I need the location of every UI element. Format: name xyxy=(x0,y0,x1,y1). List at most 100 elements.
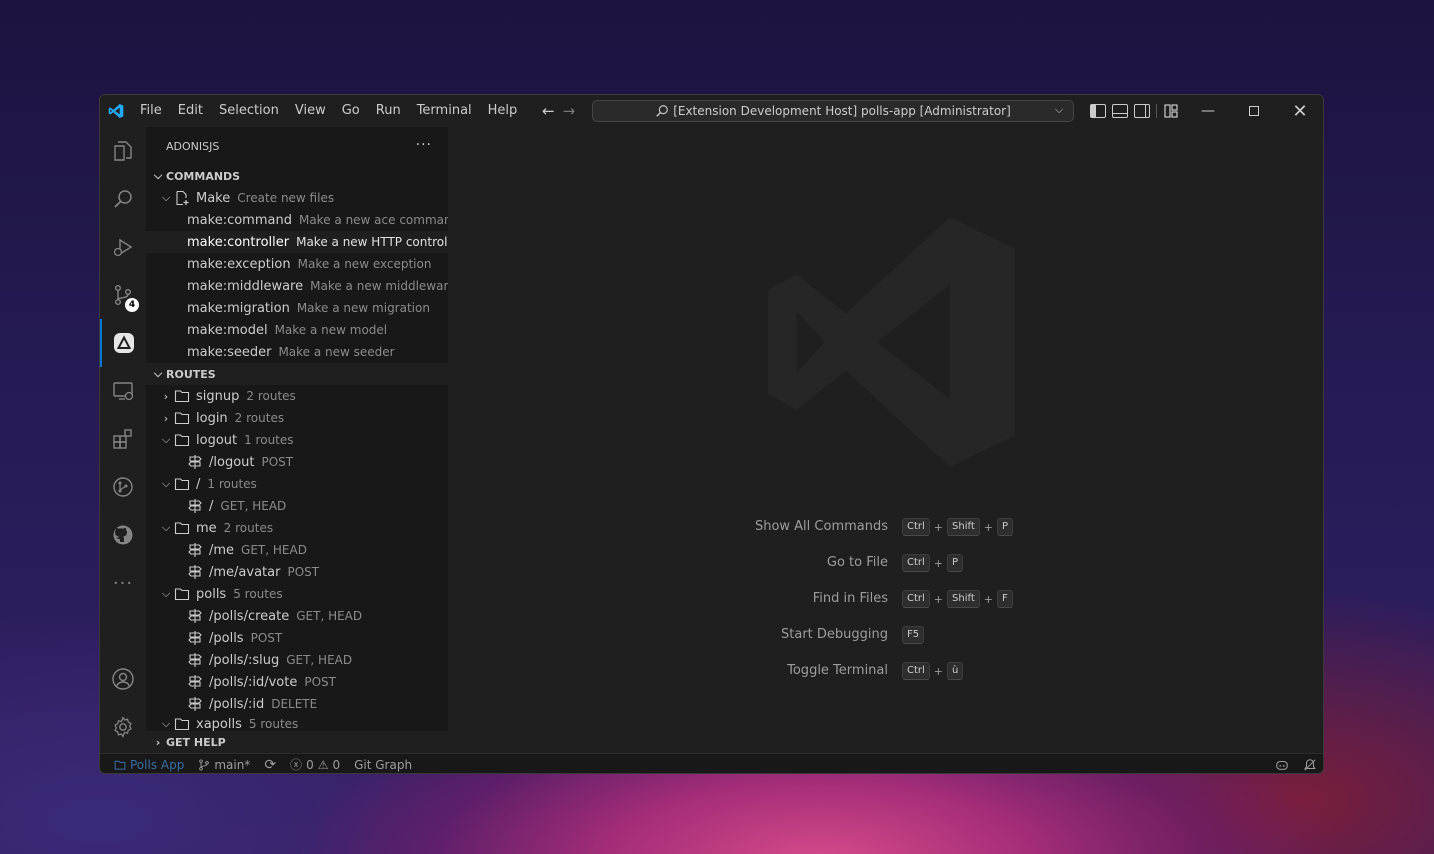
route-group[interactable]: ⌵ / 1 routes xyxy=(146,473,448,495)
toggle-secondary-sidebar-icon[interactable] xyxy=(1134,104,1150,118)
command-item[interactable]: make:exception Make a new exception xyxy=(146,253,448,275)
branch-name: main* xyxy=(214,757,251,772)
extensions-icon[interactable] xyxy=(100,415,146,463)
sync-icon[interactable]: ⟳ xyxy=(257,757,283,773)
commands-section-label: COMMANDS xyxy=(166,169,241,183)
command-item[interactable]: make:middleware Make a new middleware xyxy=(146,275,448,297)
chevron-down-icon: ⌵ xyxy=(161,477,171,490)
folder-icon xyxy=(174,410,190,426)
route-group[interactable]: › signup 2 routes xyxy=(146,385,448,407)
route-group[interactable]: ⌵ polls 5 routes xyxy=(146,583,448,605)
command-desc: Make a new migration xyxy=(296,301,430,315)
editor-area: Show All Commands Ctrl + Shift + P Go to F… xyxy=(448,127,1323,753)
command-center[interactable]: [Extension Development Host] polls-app [… xyxy=(592,100,1074,122)
minimize-icon[interactable]: — xyxy=(1185,95,1231,127)
command-desc: Make a new exception xyxy=(297,257,432,271)
route-item[interactable]: / GET, HEAD xyxy=(146,495,448,517)
route-group[interactable]: ⌵ me 2 routes xyxy=(146,517,448,539)
more-views-icon[interactable]: ··· xyxy=(100,559,146,607)
menu-help[interactable]: Help xyxy=(480,95,526,127)
route-item[interactable]: /polls/:id/vote POST xyxy=(146,671,448,693)
key: F xyxy=(996,590,1013,608)
shortcut-row: Show All Commands Ctrl + Shift + P xyxy=(448,517,1323,537)
route-group-label: signup xyxy=(196,388,240,404)
route-group-desc: 2 routes xyxy=(234,411,285,425)
settings-gear-icon[interactable] xyxy=(100,703,146,751)
folder-icon xyxy=(174,716,190,732)
route-group[interactable]: › login 2 routes xyxy=(146,407,448,429)
menu-go[interactable]: Go xyxy=(334,95,368,127)
menu-terminal[interactable]: Terminal xyxy=(409,95,480,127)
run-debug-icon[interactable] xyxy=(100,223,146,271)
search-icon[interactable] xyxy=(100,175,146,223)
remote-explorer-icon[interactable] xyxy=(100,367,146,415)
adonisjs-icon[interactable] xyxy=(100,319,146,367)
window-controls: — ✕ xyxy=(1185,95,1323,127)
menu-view[interactable]: View xyxy=(287,95,334,127)
route-item[interactable]: /polls/:id DELETE xyxy=(146,693,448,715)
toggle-primary-sidebar-icon[interactable] xyxy=(1090,104,1106,118)
close-icon[interactable]: ✕ xyxy=(1277,95,1323,127)
forward-arrow-icon[interactable]: → xyxy=(563,102,576,120)
sidebar: ADONISJS ··· ⌵ COMMANDS ⌵ Make Create ne… xyxy=(146,127,448,753)
route-item[interactable]: /polls/create GET, HEAD xyxy=(146,605,448,627)
route-group-label: xapolls xyxy=(196,716,242,732)
make-group[interactable]: ⌵ Make Create new files xyxy=(146,187,448,209)
route-item[interactable]: /me/avatar POST xyxy=(146,561,448,583)
folder-icon xyxy=(174,476,190,492)
source-control-icon[interactable]: 4 xyxy=(100,271,146,319)
github-icon[interactable] xyxy=(100,511,146,559)
shortcut-row: Go to File Ctrl + P xyxy=(448,553,1323,573)
explorer-icon[interactable] xyxy=(100,127,146,175)
maximize-icon[interactable] xyxy=(1231,95,1277,127)
more-actions-icon[interactable]: ··· xyxy=(416,137,432,153)
status-bar-right xyxy=(1275,754,1317,773)
notifications-bell-icon[interactable] xyxy=(1303,758,1317,772)
key: Shift xyxy=(947,518,980,536)
routes-section-header[interactable]: ⌵ ROUTES xyxy=(146,363,448,385)
accounts-icon[interactable] xyxy=(100,655,146,703)
divider xyxy=(1156,104,1157,118)
route-group-label: login xyxy=(196,410,228,426)
customize-layout-icon[interactable] xyxy=(1163,103,1179,119)
project-status[interactable]: Polls App xyxy=(100,758,191,772)
route-methods: GET, HEAD xyxy=(241,543,307,557)
chevron-down-icon: ⌵ xyxy=(161,191,171,204)
command-label: make:command xyxy=(187,212,292,228)
route-item[interactable]: /me GET, HEAD xyxy=(146,539,448,561)
command-item[interactable]: make:command Make a new ace command xyxy=(146,209,448,231)
copilot-icon[interactable] xyxy=(1275,758,1289,772)
command-center-label: [Extension Development Host] polls-app [… xyxy=(673,104,1011,118)
command-item[interactable]: make:model Make a new model xyxy=(146,319,448,341)
route-methods: POST xyxy=(304,675,336,689)
git-graph-icon[interactable] xyxy=(100,463,146,511)
shortcut-keys: Ctrl + P xyxy=(902,554,964,572)
get-help-section-header[interactable]: › GET HELP xyxy=(146,731,448,753)
command-item[interactable]: make:migration Make a new migration xyxy=(146,297,448,319)
route-item[interactable]: /polls/:slug GET, HEAD xyxy=(146,649,448,671)
back-arrow-icon[interactable]: ← xyxy=(542,102,555,120)
shortcut-keys: Ctrl + ù xyxy=(902,662,964,680)
menu-run[interactable]: Run xyxy=(368,95,409,127)
toggle-panel-icon[interactable] xyxy=(1112,104,1128,118)
branch-status[interactable]: main* xyxy=(191,758,257,772)
command-item[interactable]: make:seeder Make a new seeder xyxy=(146,341,448,363)
route-group-desc: 5 routes xyxy=(248,717,299,731)
menu-file[interactable]: File xyxy=(132,95,170,127)
command-desc: Make a new model xyxy=(274,323,388,337)
chevron-right-icon: › xyxy=(155,735,161,749)
problems-status[interactable]: ⓧ 0 ⚠ 0 xyxy=(283,756,347,773)
folder-icon xyxy=(174,388,190,404)
commands-section-header[interactable]: ⌵ COMMANDS xyxy=(146,165,448,187)
menu-edit[interactable]: Edit xyxy=(170,95,211,127)
route-item[interactable]: /logout POST xyxy=(146,451,448,473)
menu-selection[interactable]: Selection xyxy=(211,95,287,127)
route-group[interactable]: ⌵ logout 1 routes xyxy=(146,429,448,451)
key: ù xyxy=(947,662,964,680)
route-item[interactable]: /polls POST xyxy=(146,627,448,649)
route-group-desc: 2 routes xyxy=(246,389,296,403)
route-path: /polls/:id xyxy=(209,696,265,712)
git-graph-status[interactable]: Git Graph xyxy=(347,758,419,772)
get-help-section-label: GET HELP xyxy=(166,735,226,749)
command-item-selected[interactable]: make:controller Make a new HTTP controll… xyxy=(146,231,448,253)
